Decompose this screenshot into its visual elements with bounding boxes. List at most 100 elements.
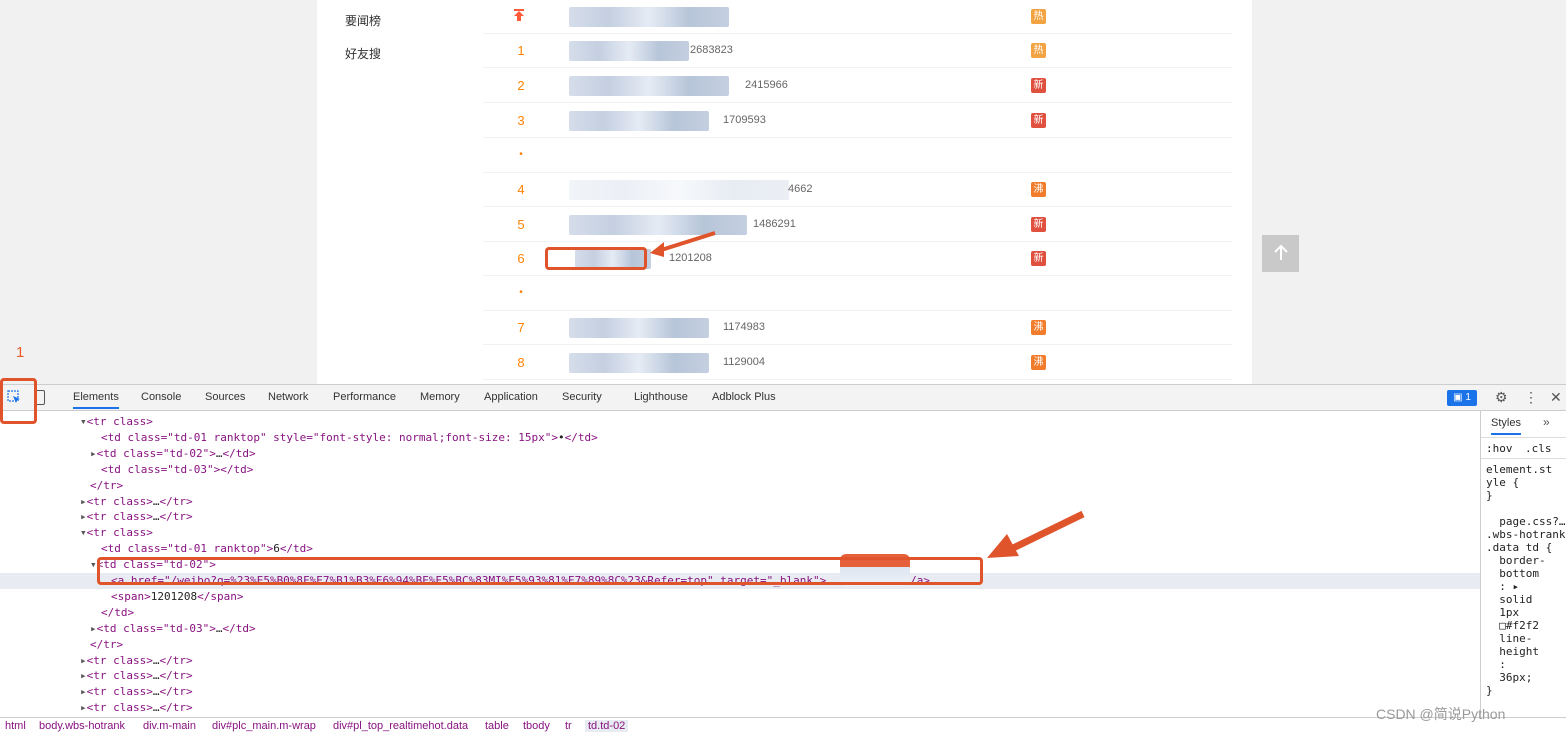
- tab-elements[interactable]: Elements: [73, 391, 119, 409]
- nav-item-news-rank[interactable]: 要闻榜: [345, 12, 381, 29]
- gear-icon[interactable]: ⚙: [1495, 389, 1508, 406]
- annotation-arrow-icon: [987, 510, 1085, 558]
- style-rule-line: border-: [1486, 554, 1546, 567]
- breadcrumb-item[interactable]: td.td-02: [585, 720, 629, 732]
- dom-node-line[interactable]: </tr>: [0, 478, 1480, 494]
- status-badge: 热: [1031, 9, 1046, 24]
- tab-performance[interactable]: Performance: [333, 391, 396, 403]
- style-rule-line: line-: [1486, 632, 1533, 645]
- arrow-up-icon: [1273, 244, 1288, 260]
- dom-node-line[interactable]: </td>: [0, 605, 1480, 621]
- watermark: CSDN @简说Python: [1376, 706, 1506, 722]
- table-row: •: [483, 139, 1232, 173]
- blurred-topic-link[interactable]: [569, 318, 709, 338]
- rank-number: 7: [517, 320, 525, 335]
- close-icon[interactable]: ✕: [1550, 389, 1562, 406]
- rank-number: 8: [517, 355, 525, 370]
- dom-node-line[interactable]: </tr>: [0, 637, 1480, 653]
- search-count: 1174983: [723, 321, 766, 333]
- chevron-right-icon[interactable]: »: [1543, 415, 1550, 429]
- style-rule-line: yle {: [1486, 476, 1520, 489]
- breadcrumb-item[interactable]: table: [485, 720, 509, 732]
- styles-pane: Styles » :hov .cls element.st yle {} page…: [1480, 411, 1566, 717]
- status-badge: 沸: [1031, 182, 1046, 197]
- tab-adblock-plus[interactable]: Adblock Plus: [712, 391, 776, 403]
- search-count: 1486291: [753, 218, 796, 230]
- rank-number: 2: [517, 78, 525, 93]
- breadcrumb-item[interactable]: body.wbs-hotrank: [39, 720, 125, 732]
- tab-styles[interactable]: Styles: [1491, 417, 1521, 435]
- more-options-icon[interactable]: ⋮: [1524, 389, 1538, 406]
- style-rule-line: element.st: [1486, 463, 1553, 476]
- style-rule-line: :: [1486, 658, 1506, 671]
- tab-lighthouse[interactable]: Lighthouse: [634, 391, 688, 403]
- status-badge: 新: [1031, 78, 1046, 93]
- breadcrumb-item[interactable]: html: [5, 720, 26, 732]
- blurred-topic-link[interactable]: [569, 41, 689, 61]
- dom-node-line[interactable]: <td class="td-01 ranktop" style="font-st…: [0, 430, 1480, 446]
- dom-node-line[interactable]: ▸<tr class>…</tr>: [0, 494, 1480, 510]
- left-nav: 要闻榜 好友搜: [317, 0, 465, 384]
- rank-number: 4: [517, 182, 525, 197]
- tab-network[interactable]: Network: [268, 391, 308, 403]
- search-count: 2415966: [745, 79, 788, 91]
- dom-node-line[interactable]: ▸<tr class>…</tr>: [0, 668, 1480, 684]
- tab-console[interactable]: Console: [141, 391, 181, 403]
- style-rule-line: height: [1486, 645, 1539, 658]
- nav-item-friends-search[interactable]: 好友搜: [345, 45, 381, 62]
- hover-state-toggle[interactable]: :hov: [1486, 442, 1513, 455]
- dom-node-line[interactable]: <td class="td-03"></td>: [0, 462, 1480, 478]
- table-row: 1 2683823 热: [483, 34, 1232, 68]
- blurred-topic-link[interactable]: [569, 7, 729, 27]
- breadcrumb-item[interactable]: div#plc_main.m-wrap: [212, 720, 316, 732]
- style-rule-line: bottom: [1486, 567, 1539, 580]
- dom-node-line[interactable]: ▾<tr class>: [0, 525, 1480, 541]
- breadcrumb-item[interactable]: div#pl_top_realtimehot.data: [333, 720, 468, 732]
- style-rule-line: 36px;: [1486, 671, 1533, 684]
- tab-application[interactable]: Application: [484, 391, 538, 403]
- dom-node-line[interactable]: ▸<td class="td-03">…</td>: [0, 621, 1480, 637]
- style-rule-line: 1px: [1486, 606, 1520, 619]
- devtools-toolbar: Elements Console Sources Network Performance…: [0, 385, 1566, 411]
- dom-node-line[interactable]: <span>1201208</span>: [0, 589, 1480, 605]
- dom-node-line[interactable]: ▸<tr class>…</tr>: [0, 684, 1480, 700]
- blurred-topic-link[interactable]: [569, 353, 709, 373]
- annotation-step-label: 1: [16, 344, 25, 361]
- blurred-topic-link[interactable]: [569, 180, 789, 200]
- dom-node-line[interactable]: ▸<tr class>…</tr>: [0, 653, 1480, 669]
- screenshot: 要闻榜 好友搜 热 1 2683823 热 2 2415966 新 3 1709593 新 • 4 46…: [0, 0, 1566, 732]
- breadcrumb-item[interactable]: tr: [565, 720, 572, 732]
- search-count: 1129004: [723, 356, 766, 368]
- tab-memory[interactable]: Memory: [420, 391, 460, 403]
- style-rule-line: .data td {: [1486, 541, 1553, 554]
- style-rule-line: : ▸: [1486, 580, 1520, 593]
- rank-number: 1: [517, 43, 525, 58]
- style-rule-line: solid: [1486, 593, 1533, 606]
- annotation-box-link-code: [97, 557, 983, 585]
- table-row: 3 1709593 新: [483, 104, 1232, 138]
- back-to-top-button[interactable]: [1262, 235, 1299, 272]
- breadcrumb-item[interactable]: div.m-main: [143, 720, 196, 732]
- styles-filter-bar: :hov .cls: [1481, 437, 1566, 459]
- blurred-topic-link[interactable]: [569, 76, 729, 96]
- tab-security[interactable]: Security: [562, 391, 602, 403]
- class-toggle[interactable]: .cls: [1525, 442, 1552, 455]
- dom-node-line[interactable]: ▾<tr class>: [0, 414, 1480, 430]
- rank-number: 5: [517, 217, 525, 232]
- status-badge: 热: [1031, 43, 1046, 58]
- table-row: •: [483, 277, 1232, 311]
- dom-node-line[interactable]: ▸<tr class>…</tr>: [0, 509, 1480, 525]
- status-badge: 新: [1031, 217, 1046, 232]
- blurred-topic-link[interactable]: [569, 111, 709, 131]
- table-row: 8 1129004 沸: [483, 346, 1232, 380]
- status-badge: 新: [1031, 251, 1046, 266]
- style-rule-line: }: [1486, 489, 1493, 502]
- breadcrumb-item[interactable]: tbody: [523, 720, 550, 732]
- dom-node-line[interactable]: ▸<tr class>…</tr>: [0, 700, 1480, 716]
- dom-node-line[interactable]: ▸<td class="td-02">…</td>: [0, 446, 1480, 462]
- issues-badge[interactable]: ▣ 1: [1447, 390, 1477, 406]
- style-rule-line: .wbs-hotrank: [1486, 528, 1566, 541]
- dom-node-line[interactable]: <td class="td-01 ranktop">6</td>: [0, 541, 1480, 557]
- tab-sources[interactable]: Sources: [205, 391, 245, 403]
- style-rule-line: page.css?…: [1486, 515, 1566, 528]
